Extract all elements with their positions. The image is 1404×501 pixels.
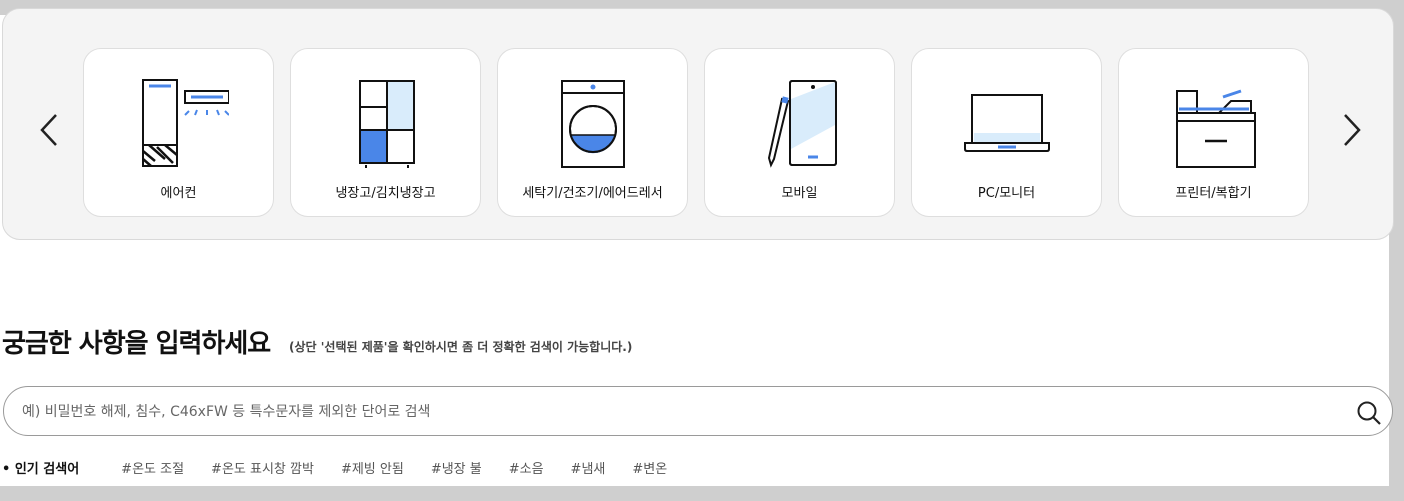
air-conditioner-icon bbox=[84, 77, 273, 171]
popular-tag[interactable]: #변온 bbox=[632, 458, 667, 477]
search-input[interactable] bbox=[22, 401, 1322, 423]
category-carousel: 에어컨 냉장고/김치냉장고 세탁기/건조기/에어드레서 모바일 PC/모니터 프… bbox=[2, 8, 1394, 240]
laptop-icon bbox=[912, 77, 1101, 171]
category-label: 프린터/복합기 bbox=[1175, 186, 1252, 201]
washing-machine-icon bbox=[498, 77, 687, 171]
chevron-right-icon bbox=[1344, 114, 1361, 146]
search-button[interactable] bbox=[1355, 399, 1383, 427]
popular-tag[interactable]: #제빙 안됨 bbox=[341, 458, 404, 477]
category-card-pc-monitor[interactable]: PC/모니터 bbox=[911, 48, 1102, 217]
carousel-prev-button[interactable] bbox=[29, 105, 69, 155]
popular-tag[interactable]: #냄새 bbox=[571, 458, 606, 477]
search-hint: (상단 '선택된 제품'을 확인하시면 좀 더 정확한 검색이 가능합니다.) bbox=[289, 340, 633, 354]
category-card-printer[interactable]: 프린터/복합기 bbox=[1118, 48, 1309, 217]
popular-tag[interactable]: #소음 bbox=[509, 458, 544, 477]
search-title: 궁금한 사항을 입력하세요 bbox=[2, 329, 271, 359]
category-label: 냉장고/김치냉장고 bbox=[335, 186, 436, 201]
category-label: 모바일 bbox=[781, 186, 818, 201]
carousel-next-button[interactable] bbox=[1332, 105, 1372, 155]
category-label: PC/모니터 bbox=[977, 186, 1036, 201]
category-card-air-conditioner[interactable]: 에어컨 bbox=[83, 48, 274, 217]
popular-searches-title: • 인기 검색어 bbox=[2, 461, 80, 477]
popular-searches: • 인기 검색어 #온도 조절 #온도 표시창 깜박 #제빙 안됨 #냉장 불 … bbox=[0, 457, 694, 477]
popular-tag[interactable]: #냉장 불 bbox=[431, 458, 482, 477]
category-label: 에어컨 bbox=[160, 186, 197, 201]
category-label: 세탁기/건조기/에어드레서 bbox=[522, 186, 663, 201]
mobile-phone-icon bbox=[705, 77, 894, 171]
category-card-refrigerator[interactable]: 냉장고/김치냉장고 bbox=[290, 48, 481, 217]
refrigerator-icon bbox=[291, 77, 480, 171]
category-card-washing-machine[interactable]: 세탁기/건조기/에어드레서 bbox=[497, 48, 688, 217]
search-box bbox=[3, 386, 1393, 436]
popular-tag[interactable]: #온도 표시창 깜박 bbox=[211, 458, 314, 477]
popular-tag[interactable]: #온도 조절 bbox=[121, 458, 184, 477]
printer-icon bbox=[1119, 77, 1308, 171]
category-card-mobile[interactable]: 모바일 bbox=[704, 48, 895, 217]
chevron-left-icon bbox=[40, 114, 57, 146]
search-icon bbox=[1357, 401, 1381, 425]
